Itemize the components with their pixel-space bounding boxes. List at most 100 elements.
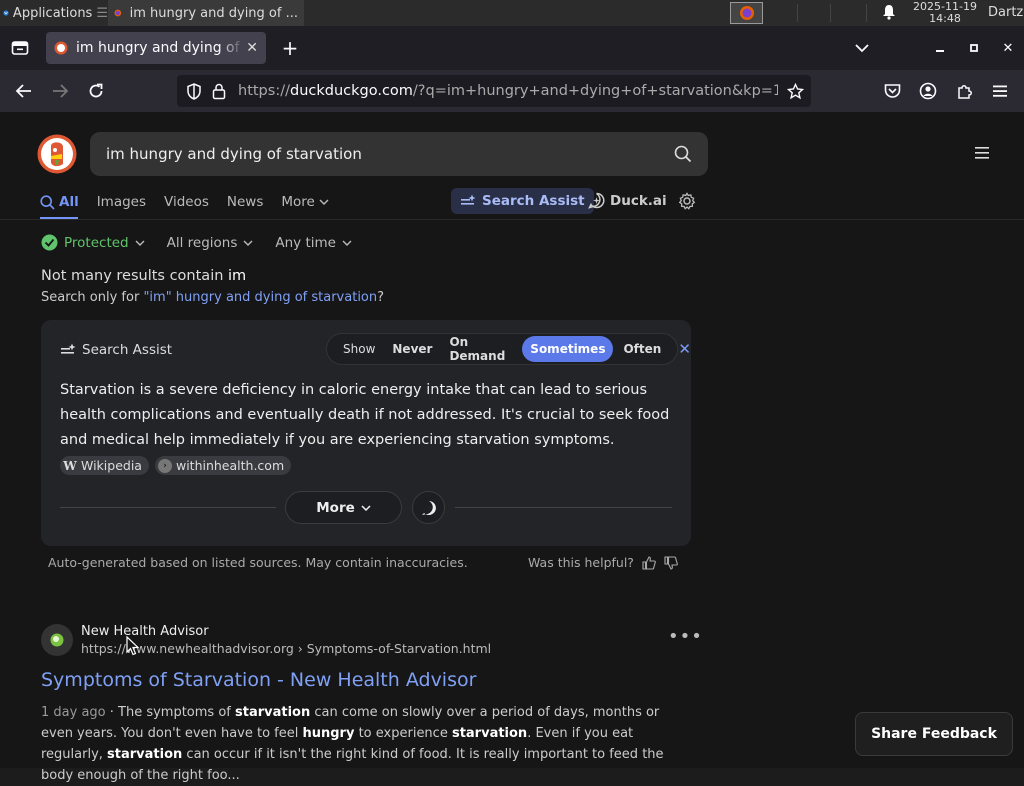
- list-all-tabs-icon[interactable]: [852, 38, 872, 58]
- result-title-link[interactable]: Symptoms of Starvation - New Health Advi…: [41, 669, 476, 691]
- taskbar-window-firefox[interactable]: im hungry and dying of ...: [108, 0, 304, 26]
- firefox-view-icon[interactable]: [10, 39, 30, 57]
- chevron-down-icon: [319, 199, 329, 205]
- bookmark-star-icon[interactable]: [787, 82, 804, 100]
- chevron-down-icon: [135, 240, 145, 246]
- url-bar[interactable]: https://duckduckgo.com/?q=im+hungry+and+…: [177, 75, 811, 107]
- tab-all[interactable]: All: [40, 194, 79, 210]
- search-query-text: im hungry and dying of starvation: [106, 145, 362, 163]
- search-assist-button[interactable]: Search Assist: [451, 188, 594, 214]
- tab-images[interactable]: Images: [97, 194, 146, 210]
- applications-menu[interactable]: Applications ☰: [0, 0, 108, 26]
- site-favicon[interactable]: [41, 624, 73, 656]
- page-content: im hungry and dying of starvation All Im…: [0, 112, 1024, 783]
- tab-more[interactable]: More: [281, 194, 329, 210]
- search-icon: [40, 194, 55, 210]
- extensions-icon[interactable]: [954, 81, 974, 101]
- assist-chat-button[interactable]: [412, 491, 445, 524]
- pocket-icon[interactable]: [882, 81, 902, 101]
- assist-answer-text: Starvation is a severe deficiency in cal…: [60, 382, 670, 448]
- clock[interactable]: 2025-11-19 14:48: [908, 1, 982, 25]
- firefox-icon: [114, 9, 122, 17]
- divider-right: [455, 507, 672, 508]
- lock-icon[interactable]: [212, 83, 226, 100]
- thumbs-up-icon[interactable]: [642, 555, 656, 570]
- app-menu-icon[interactable]: [990, 81, 1010, 101]
- minimize-icon[interactable]: [930, 38, 950, 58]
- tab-close-icon[interactable]: ✕: [246, 40, 258, 56]
- clock-time: 14:48: [929, 12, 961, 25]
- duck-ai-link[interactable]: Duck.ai: [588, 192, 667, 209]
- taskbar-separator: [866, 4, 867, 22]
- tab-bar: im hungry and dying of s ✕ + ✕: [0, 26, 1024, 70]
- source-chip-withinhealth[interactable]: › withinhealth.com: [154, 456, 292, 475]
- chat-bubble-icon: [421, 500, 436, 515]
- thumbs-down-icon[interactable]: [664, 555, 678, 570]
- chevron-down-icon: [243, 240, 253, 246]
- time-filter[interactable]: Any time: [275, 235, 352, 251]
- close-assist-icon[interactable]: ✕: [678, 340, 691, 358]
- option-on-demand[interactable]: On Demand: [449, 335, 505, 363]
- search-input[interactable]: im hungry and dying of starvation: [90, 132, 708, 176]
- account-icon[interactable]: [918, 81, 938, 101]
- check-circle-icon: [41, 234, 58, 251]
- chat-bubble-icon: [588, 192, 605, 209]
- tab-news[interactable]: News: [227, 194, 263, 210]
- back-icon[interactable]: [14, 81, 34, 101]
- forward-icon[interactable]: [50, 81, 70, 101]
- not-many-results-notice: Not many results contain im: [41, 268, 247, 284]
- tracking-protection-shield-icon[interactable]: [186, 82, 202, 100]
- navigation-bar: https://duckduckgo.com/?q=im+hungry+and+…: [0, 70, 1024, 112]
- search-icon[interactable]: [674, 145, 692, 163]
- maximize-icon[interactable]: [964, 38, 984, 58]
- user-name[interactable]: Dartz: [988, 5, 1023, 20]
- tab-title: im hungry and dying of s: [76, 40, 244, 56]
- divider-left: [60, 507, 276, 508]
- window-close-icon[interactable]: ✕: [998, 38, 1018, 58]
- share-feedback-button[interactable]: Share Feedback: [855, 712, 1013, 756]
- duckduckgo-logo[interactable]: [37, 134, 77, 174]
- option-never[interactable]: Never: [392, 342, 432, 356]
- source-chip-wikipedia[interactable]: W Wikipedia: [60, 456, 149, 475]
- search-assist-card: Search Assist Show Never On Demand Somet…: [41, 320, 691, 546]
- new-tab-icon[interactable]: +: [280, 36, 300, 60]
- taskbar-separator: [830, 4, 831, 22]
- header-divider: [0, 219, 1024, 220]
- notification-bell-icon[interactable]: [882, 4, 896, 24]
- xfce-logo-icon: [3, 10, 9, 16]
- chevron-down-icon: [342, 240, 352, 246]
- page-menu-icon[interactable]: [974, 145, 990, 164]
- assist-more-button[interactable]: More: [285, 491, 402, 524]
- chevron-right-icon: ›: [157, 458, 172, 473]
- option-sometimes[interactable]: Sometimes: [522, 336, 614, 362]
- tab-videos[interactable]: Videos: [164, 194, 209, 210]
- reload-icon[interactable]: [86, 81, 106, 101]
- result-site-name[interactable]: New Health Advisor: [81, 624, 209, 639]
- duckduckgo-favicon-icon: [54, 41, 68, 55]
- result-options-icon[interactable]: •••: [668, 628, 703, 646]
- search-type-tabs: All Images Videos News More: [40, 192, 347, 212]
- settings-gear-icon[interactable]: [678, 192, 696, 214]
- firefox-icon: [739, 6, 754, 20]
- result-url[interactable]: https://www.newhealthadvisor.org › Sympt…: [81, 641, 491, 656]
- search-filters: Protected All regions Any time: [41, 234, 352, 251]
- option-often[interactable]: Often: [623, 342, 661, 356]
- taskbar: Applications ☰ im hungry and dying of ..…: [0, 0, 1024, 26]
- show-label: Show: [343, 342, 376, 356]
- taskbar-separator: [797, 4, 798, 22]
- sparkle-lines-icon: [61, 343, 76, 354]
- chevron-down-icon: [361, 504, 371, 511]
- assist-disclaimer: Auto-generated based on listed sources. …: [48, 555, 468, 570]
- result-snippet: 1 day ago · The symptoms of starvation c…: [41, 705, 664, 783]
- workspace-switcher[interactable]: [730, 2, 763, 24]
- applications-label: Applications: [12, 5, 93, 21]
- wikipedia-icon: W: [63, 458, 77, 473]
- url-text[interactable]: https://duckduckgo.com/?q=im+hungry+and+…: [238, 83, 778, 99]
- region-filter[interactable]: All regions: [167, 235, 254, 251]
- search-only-link[interactable]: "im" hungry and dying of starvation: [143, 290, 377, 305]
- tab-active[interactable]: im hungry and dying of s ✕: [46, 32, 266, 64]
- search-only-for-notice: Search only for "im" hungry and dying of…: [41, 290, 385, 305]
- assist-frequency-selector: Show Never On Demand Sometimes Often ✕: [326, 333, 691, 365]
- assist-sources: W Wikipedia › withinhealth.com: [60, 456, 292, 475]
- protection-filter[interactable]: Protected: [41, 234, 145, 251]
